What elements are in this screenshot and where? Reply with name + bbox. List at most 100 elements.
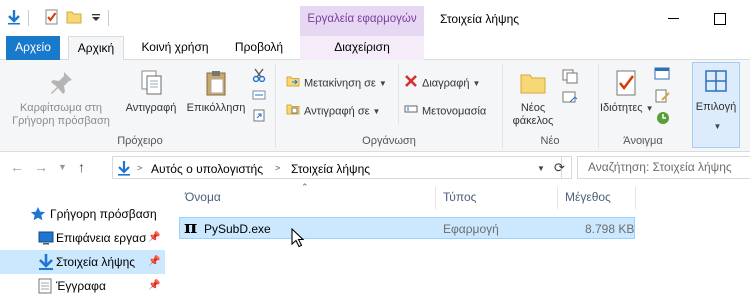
paste-label: Επικόλληση <box>186 102 246 114</box>
ribbon: Καρφίτσωμα στη Γρήγορη πρόσβαση Αντιγραφ… <box>0 60 750 152</box>
column-header-type[interactable]: Τύπος <box>443 190 476 204</box>
breadcrumb-downloads[interactable]: Στοιχεία λήψης <box>291 162 370 176</box>
forward-arrow-icon[interactable]: → <box>34 159 48 175</box>
new-folder-quick-icon[interactable] <box>66 9 82 25</box>
tab-home[interactable]: Αρχική <box>68 36 124 61</box>
nav-item-quick-access[interactable]: Γρήγορη πρόσβαση <box>0 202 165 226</box>
title-bar: Εργαλεία εφαρμογών Στοιχεία λήψης <box>0 0 750 36</box>
nav-item-documents[interactable]: Έγγραφα 📌 <box>0 274 165 298</box>
back-arrow-icon[interactable]: ← <box>10 159 24 175</box>
nav-item-label: Στοιχεία λήψης <box>56 255 136 269</box>
group-separator <box>598 64 599 148</box>
pin-icon: 📌 <box>148 256 161 267</box>
tab-file[interactable]: Αρχείο <box>6 36 60 60</box>
copy-to-label: Αντιγραφή σε <box>304 105 370 118</box>
mouse-cursor-icon <box>291 227 305 251</box>
open-icon[interactable] <box>654 66 672 85</box>
downloads-location-icon <box>117 160 131 179</box>
chevron-down-icon: ▼ <box>645 104 654 113</box>
context-tab-header-label: Εργαλεία εφαρμογών <box>307 13 417 25</box>
minimize-button[interactable] <box>660 6 690 32</box>
pin-icon: 📌 <box>148 280 161 291</box>
nav-item-label: Γρήγορη πρόσβαση <box>50 207 157 221</box>
table-row[interactable]: π PySubD.exe Εφαρμογή 8.798 KB <box>179 217 635 239</box>
properties-button[interactable]: Ιδιότητες ▼ <box>600 68 654 115</box>
folder-icon <box>506 68 560 102</box>
up-arrow-icon[interactable]: ↑ <box>78 159 85 175</box>
navigation-bar: ← → ▼ ↑ > Αυτός ο υπολογιστής > Στοιχεία… <box>0 152 750 182</box>
ribbon-tabs: Αρχείο Αρχική Κοινή χρήση Προβολή Διαχεί… <box>0 36 750 61</box>
paste-shortcut-icon[interactable] <box>252 108 266 125</box>
search-placeholder: Αναζήτηση: Στοιχεία λήψης <box>588 160 732 174</box>
downloads-icon <box>38 253 54 274</box>
move-to-icon <box>286 74 300 93</box>
select-button[interactable]: Επιλογή ▼ <box>692 62 740 148</box>
pin-icon <box>6 68 116 102</box>
paste-button[interactable]: Επικόλληση <box>184 68 248 115</box>
desktop-icon <box>38 231 54 248</box>
refresh-button[interactable]: ⟳ <box>548 156 572 179</box>
new-item-icon[interactable] <box>562 68 580 87</box>
context-tab-header: Εργαλεία εφαρμογών <box>300 6 424 36</box>
history-icon[interactable] <box>654 110 672 129</box>
refresh-icon: ⟳ <box>554 160 565 175</box>
search-input[interactable]: Αναζήτηση: Στοιχεία λήψης <box>577 156 750 179</box>
address-bar[interactable]: > Αυτός ο υπολογιστής > Στοιχεία λήψης ▼ <box>112 156 562 179</box>
documents-icon <box>38 278 52 297</box>
column-separator[interactable] <box>635 187 636 209</box>
new-group-label: Νέο <box>540 135 560 147</box>
column-separator[interactable] <box>435 187 436 209</box>
pin-to-quick-access-button[interactable]: Καρφίτσωμα στη Γρήγορη πρόσβαση <box>6 68 116 128</box>
delete-icon <box>404 74 418 93</box>
copy-path-icon[interactable] <box>252 88 266 105</box>
group-separator <box>398 64 399 124</box>
chevron-down-icon: ▼ <box>472 79 481 89</box>
qa-separator <box>28 10 29 26</box>
pin-label: Καρφίτσωμα στη Γρήγορη πρόσβαση <box>12 102 110 127</box>
nav-item-label: Έγγραφα <box>56 279 106 293</box>
edit-icon[interactable] <box>654 88 672 107</box>
copy-to-button[interactable]: Αντιγραφή σε ▼ <box>286 102 380 121</box>
copy-button[interactable]: Αντιγραφή <box>120 68 182 115</box>
breadcrumb-chevron-icon[interactable]: > <box>137 163 142 173</box>
breadcrumb-chevron-icon[interactable]: > <box>275 163 280 173</box>
column-separator[interactable] <box>557 187 558 209</box>
pin-icon: 📌 <box>148 232 161 243</box>
properties-label: Ιδιότητες <box>600 102 643 114</box>
properties-quick-icon[interactable] <box>44 9 60 25</box>
tab-manage[interactable]: Διαχείριση <box>300 36 424 60</box>
rename-button[interactable]: Μετονομασία <box>404 102 486 121</box>
new-folder-label: Νέος φάκελος <box>512 102 554 127</box>
recent-locations-icon[interactable]: ▼ <box>58 162 67 172</box>
rename-label: Μετονομασία <box>422 105 487 118</box>
rename-icon <box>404 102 418 121</box>
group-separator <box>275 64 276 148</box>
window-title: Στοιχεία λήψης <box>440 12 520 26</box>
file-type: Εφαρμογή <box>443 222 499 236</box>
customize-quick-access-icon[interactable] <box>88 9 104 25</box>
cut-icon[interactable] <box>252 68 266 85</box>
easy-access-icon[interactable] <box>562 90 580 109</box>
address-history-chevron-icon[interactable]: ▼ <box>537 164 545 173</box>
column-header-name[interactable]: Όνομα <box>185 190 221 204</box>
select-all-icon <box>693 63 739 101</box>
nav-item-desktop[interactable]: Επιφάνεια εργασ 📌 <box>0 226 165 250</box>
breadcrumb-this-pc[interactable]: Αυτός ο υπολογιστής <box>151 162 263 176</box>
tab-view[interactable]: Προβολή <box>222 36 296 60</box>
delete-label: Διαγραφή <box>422 77 470 90</box>
nav-item-downloads[interactable]: Στοιχεία λήψης 📌 <box>0 250 165 274</box>
file-size: 8.798 KB <box>585 222 635 236</box>
new-folder-button[interactable]: Νέος φάκελος <box>506 68 560 128</box>
chevron-down-icon: ▼ <box>372 107 381 117</box>
chevron-down-icon: ▼ <box>713 122 722 131</box>
column-header-size[interactable]: Μέγεθος <box>565 190 611 204</box>
downloads-quick-icon[interactable] <box>6 9 22 25</box>
tab-share[interactable]: Κοινή χρήση <box>130 36 220 60</box>
qa-separator <box>108 10 109 26</box>
copy-label: Αντιγραφή <box>125 102 177 114</box>
move-to-button[interactable]: Μετακίνηση σε ▼ <box>286 74 387 93</box>
sort-ascending-icon: ⌃ <box>301 182 309 192</box>
delete-button[interactable]: Διαγραφή ▼ <box>404 74 480 93</box>
python-exe-icon: π <box>184 217 198 238</box>
maximize-button[interactable] <box>705 6 735 32</box>
